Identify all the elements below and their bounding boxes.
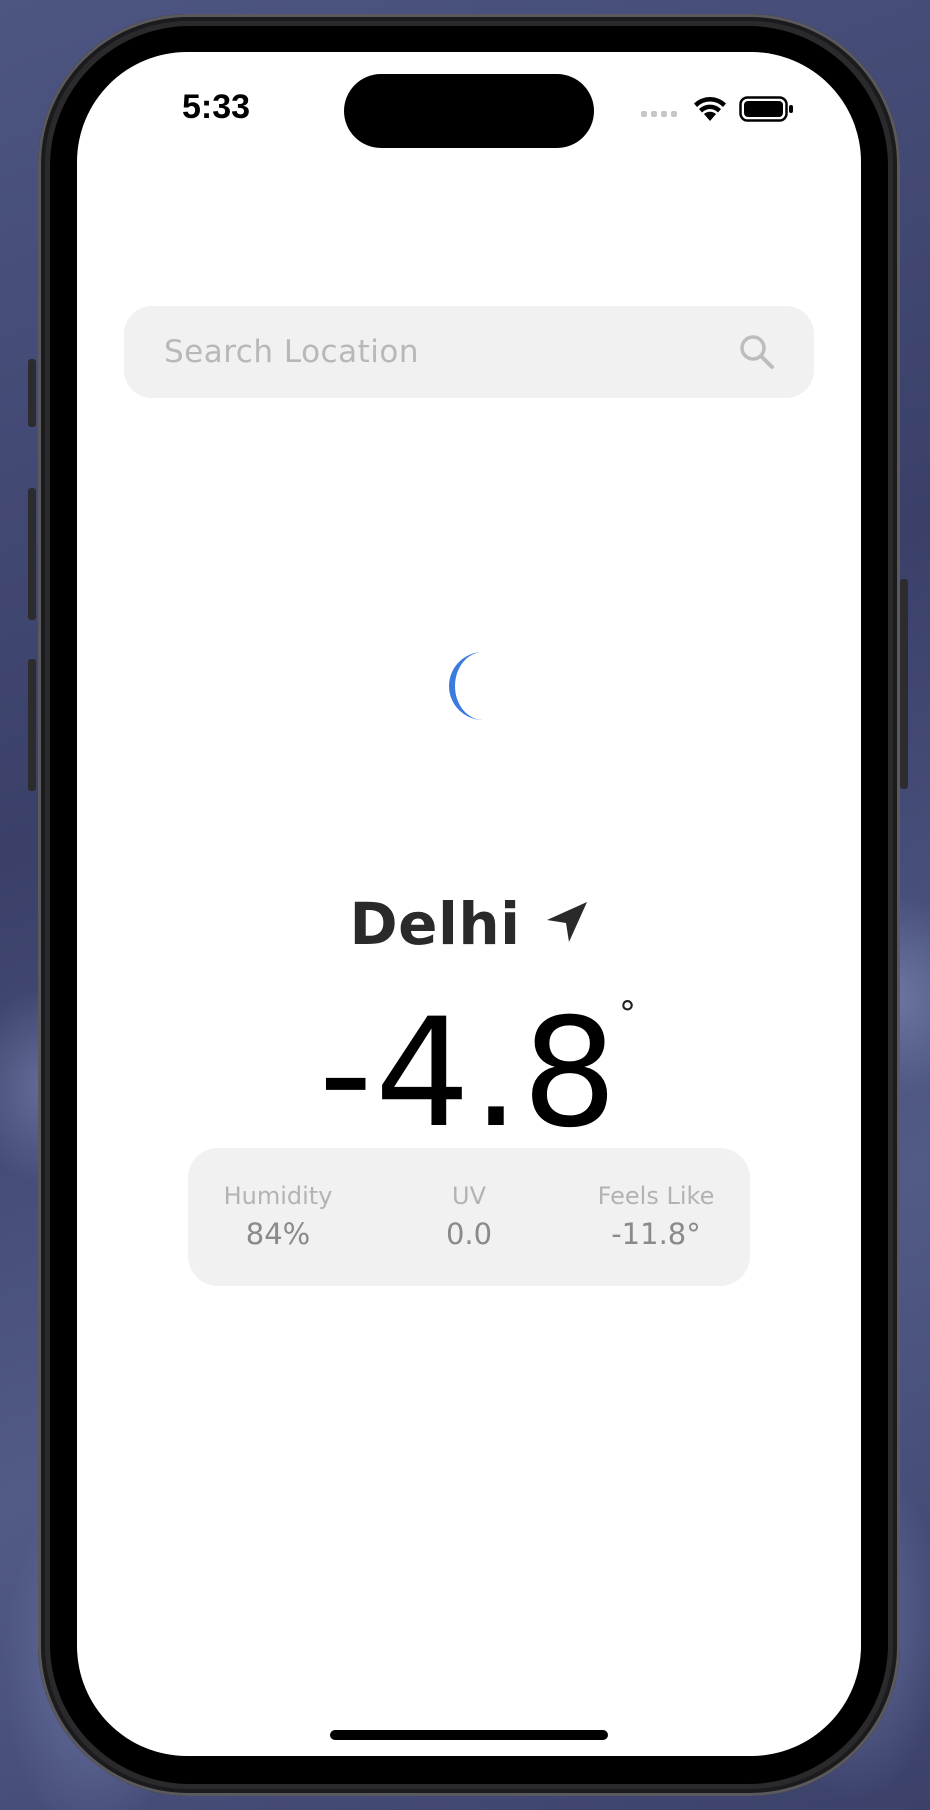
stat-feels-like: Feels Like -11.8° <box>566 1180 746 1254</box>
search-bar[interactable] <box>124 306 814 398</box>
stat-uv: UV 0.0 <box>379 1180 559 1254</box>
volume-down-button <box>28 659 36 791</box>
stat-label: Humidity <box>223 1182 333 1210</box>
location-row: Delhi <box>77 890 861 958</box>
stat-value: 84% <box>245 1217 311 1251</box>
location-arrow-icon[interactable] <box>545 900 589 948</box>
stat-label: Feels Like <box>597 1182 715 1210</box>
wifi-icon <box>693 96 727 126</box>
cellular-signal-icon <box>641 102 681 121</box>
temperature-degree: ° <box>619 994 636 1034</box>
power-button <box>900 579 908 789</box>
action-button <box>28 359 36 427</box>
status-icons <box>641 96 795 126</box>
battery-icon <box>739 96 795 126</box>
status-bar: 5:33 <box>77 52 861 152</box>
status-time: 5:33 <box>182 88 251 126</box>
moon-icon <box>425 644 499 732</box>
app-screen: 5:33 Search Location Delhi -4.8 ° Humidi… <box>77 52 861 1756</box>
city-name: Delhi <box>349 890 521 958</box>
stat-value: 0.0 <box>445 1217 493 1251</box>
home-indicator[interactable] <box>330 1730 608 1740</box>
stat-value: -11.8° <box>611 1217 701 1251</box>
temperature-wrap: -4.8 <box>77 987 861 1161</box>
search-input[interactable] <box>164 328 704 376</box>
temperature-value: -4.8 <box>318 987 620 1161</box>
stat-humidity: Humidity 84% <box>188 1180 368 1254</box>
weather-stats-card: Humidity 84% UV 0.0 Feels Like -11.8° <box>188 1148 750 1286</box>
volume-up-button <box>28 488 36 620</box>
stat-label: UV <box>452 1182 486 1210</box>
search-icon[interactable] <box>738 333 776 375</box>
dynamic-island <box>344 74 594 148</box>
